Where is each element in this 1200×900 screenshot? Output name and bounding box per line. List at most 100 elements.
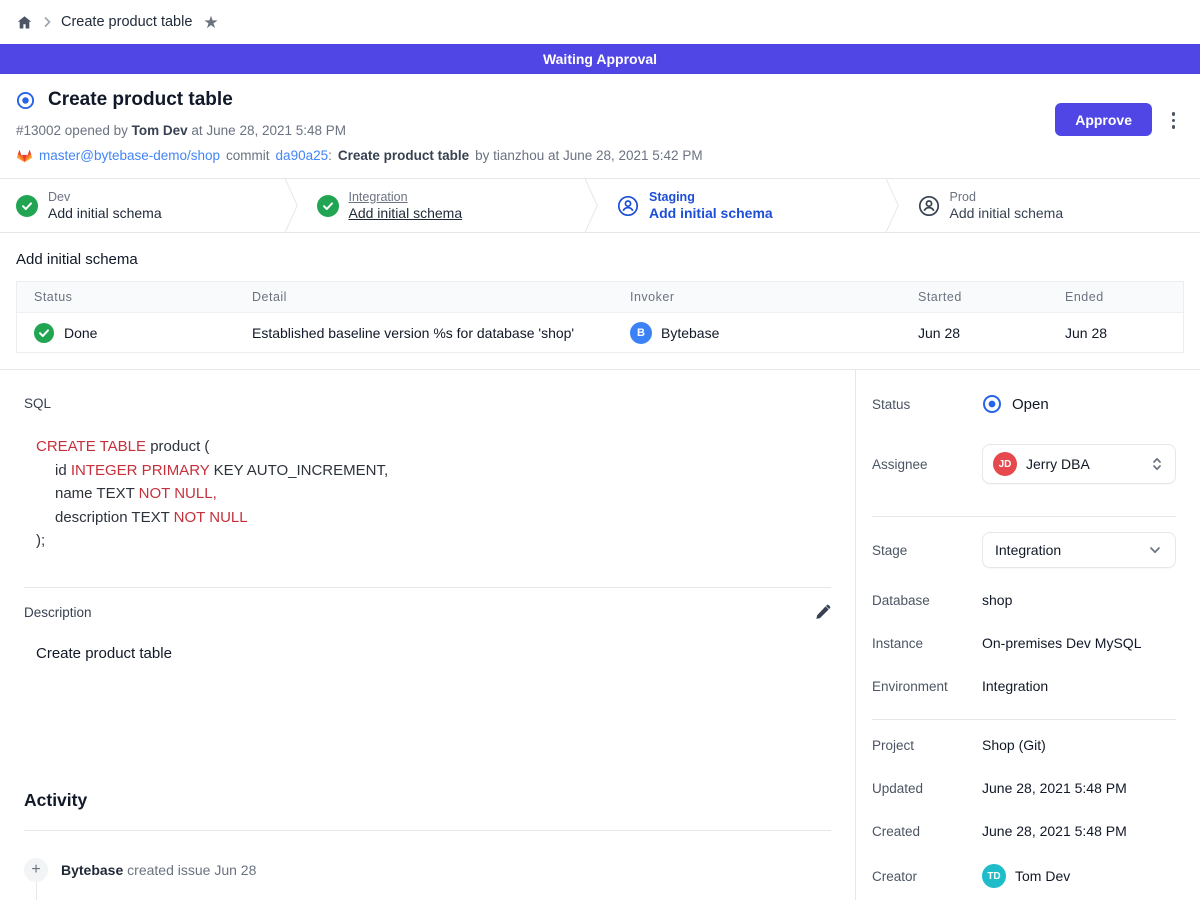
person-circle-icon	[918, 195, 940, 217]
stage-task-label: Add initial schema	[48, 205, 162, 221]
edit-pencil-icon[interactable]	[814, 604, 831, 621]
divider	[872, 719, 1176, 720]
branch-repo-link[interactable]: master@bytebase-demo/shop	[39, 148, 220, 163]
creator-label: Creator	[872, 869, 982, 884]
issue-meta: #13002 opened by Tom Dev at June 28, 202…	[16, 123, 1184, 138]
table-row[interactable]: Done Established baseline version %s for…	[17, 312, 1183, 352]
banner-text: Waiting Approval	[543, 51, 657, 67]
updated-value: June 28, 2021 5:48 PM	[982, 780, 1127, 796]
timeline-connector	[36, 882, 37, 900]
stage-separator	[884, 179, 900, 232]
more-options-kebab-icon[interactable]	[1169, 109, 1179, 132]
assignee-select[interactable]: JD Jerry DBA	[982, 444, 1176, 484]
task-invoker: Bytebase	[661, 325, 719, 341]
task-heading: Add initial schema	[16, 251, 1184, 268]
breadcrumb-current-page: Create product table	[61, 14, 192, 30]
col-started: Started	[918, 290, 1065, 304]
project-label: Project	[872, 738, 982, 753]
activity-item: + Bytebase created issue Jun 28	[24, 858, 831, 882]
status-value: Open	[1012, 396, 1049, 413]
stage-value: Integration	[995, 542, 1147, 558]
sql-label: SQL	[24, 396, 831, 411]
plus-icon: +	[24, 858, 48, 882]
stage-separator	[583, 179, 599, 232]
stage-separator	[283, 179, 299, 232]
database-value: shop	[982, 592, 1012, 608]
vcs-commit-row: master@bytebase-demo/shop commit da90a25…	[16, 147, 1184, 164]
task-status: Done	[64, 325, 97, 341]
sql-code-block: CREATE TABLE product ( id INTEGER PRIMAR…	[36, 435, 831, 553]
task-detail: Established baseline version %s for data…	[252, 325, 630, 341]
assignee-value: Jerry DBA	[1026, 456, 1140, 472]
divider	[24, 587, 831, 588]
created-label: Created	[872, 824, 982, 839]
page-title: Create product table	[48, 89, 233, 111]
status-label: Status	[872, 397, 982, 412]
updated-label: Updated	[872, 781, 982, 796]
stage-task-label: Add initial schema	[349, 205, 463, 221]
person-circle-icon	[617, 195, 639, 217]
bytebase-avatar: B	[630, 322, 652, 344]
stage-integration[interactable]: Integration Add initial schema	[299, 179, 600, 232]
issue-sidebar: Status Open Assignee JD Jerry DBA Stage …	[855, 370, 1200, 900]
stage-env-label: Prod	[950, 190, 1064, 204]
stage-prod[interactable]: Prod Add initial schema	[900, 179, 1200, 232]
stage-task-label: Add initial schema	[950, 205, 1064, 221]
issue-author: Tom Dev	[132, 123, 188, 138]
col-detail: Detail	[252, 290, 630, 304]
commit-byline: by tianzhou at June 28, 2021 5:42 PM	[475, 148, 702, 163]
favorite-star-icon[interactable]: ★	[203, 14, 218, 31]
stage-dev[interactable]: Dev Add initial schema	[0, 179, 299, 232]
check-circle-icon	[317, 195, 339, 217]
stage-label: Stage	[872, 543, 982, 558]
approve-button[interactable]: Approve	[1055, 103, 1152, 136]
activity-actor: Bytebase	[61, 862, 123, 878]
description-text: Create product table	[36, 645, 831, 662]
commit-hash-link[interactable]: da90a25	[276, 148, 329, 163]
open-status-icon	[982, 394, 1002, 414]
stage-env-label: Staging	[649, 190, 773, 204]
assignee-label: Assignee	[872, 457, 982, 472]
stage-task-label: Add initial schema	[649, 205, 773, 221]
instance-label: Instance	[872, 636, 982, 651]
task-section: Add initial schema Status Detail Invoker…	[0, 233, 1200, 369]
commit-word: commit	[226, 148, 270, 163]
environment-value: Integration	[982, 678, 1048, 694]
project-value: Shop (Git)	[982, 737, 1046, 753]
issue-id: #13002 opened by	[16, 123, 128, 138]
instance-value: On-premises Dev MySQL	[982, 635, 1141, 651]
chevron-right-icon	[42, 15, 52, 29]
creator-value: Tom Dev	[1015, 868, 1070, 884]
activity-heading: Activity	[24, 790, 831, 811]
task-started: Jun 28	[918, 325, 1065, 341]
stage-select[interactable]: Integration	[982, 532, 1176, 568]
colon: :	[328, 148, 332, 163]
activity-date: Jun 28	[214, 862, 256, 878]
database-label: Database	[872, 593, 982, 608]
created-value: June 28, 2021 5:48 PM	[982, 823, 1127, 839]
divider	[872, 516, 1176, 517]
task-ended: Jun 28	[1065, 325, 1183, 341]
stage-env-label: Integration	[349, 190, 463, 204]
breadcrumb: Create product table ★	[0, 0, 1200, 44]
issue-opened-time: at June 28, 2021 5:48 PM	[191, 123, 346, 138]
pipeline-stage-bar: Dev Add initial schema Integration Add i…	[0, 178, 1200, 233]
waiting-approval-banner: Waiting Approval	[0, 44, 1200, 74]
environment-label: Environment	[872, 679, 982, 694]
issue-detail-panel: SQL CREATE TABLE product ( id INTEGER PR…	[0, 370, 855, 900]
issue-open-status-icon	[16, 91, 35, 110]
assignee-avatar: JD	[993, 452, 1017, 476]
stage-staging[interactable]: Staging Add initial schema	[599, 179, 900, 232]
activity-action: created issue	[127, 862, 210, 878]
check-circle-icon	[34, 323, 54, 343]
creator-avatar: TD	[982, 864, 1006, 888]
issue-header: Create product table #13002 opened by To…	[0, 74, 1200, 178]
gitlab-icon	[16, 147, 33, 164]
task-table: Status Detail Invoker Started Ended Done…	[16, 281, 1184, 353]
divider	[24, 830, 831, 831]
task-table-header: Status Detail Invoker Started Ended	[17, 282, 1183, 312]
chevron-down-icon	[1147, 542, 1163, 558]
col-invoker: Invoker	[630, 290, 918, 304]
home-icon[interactable]	[16, 14, 33, 31]
selector-updown-icon	[1149, 456, 1165, 472]
